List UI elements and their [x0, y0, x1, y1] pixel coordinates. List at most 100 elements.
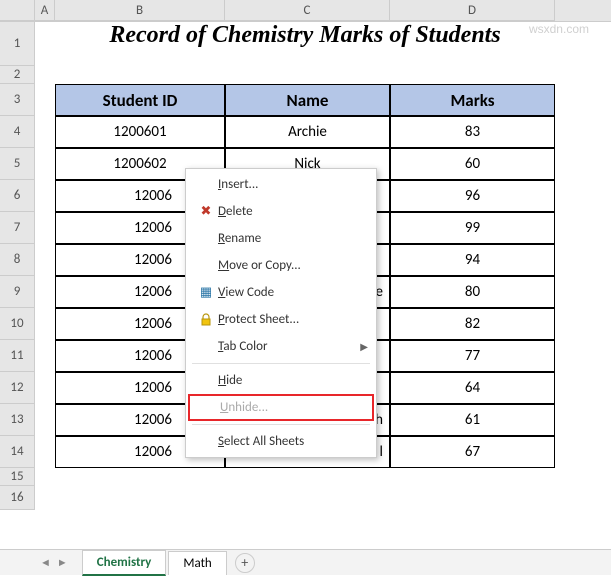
view-code-icon: ▦ — [194, 285, 218, 300]
menu-insert[interactable]: Insert... — [186, 171, 376, 198]
cell-marks[interactable]: 99 — [390, 212, 555, 244]
cell-C2[interactable] — [225, 66, 390, 84]
spreadsheet-grid: wsxdn.com A B C D 1 Record of Chemistry … — [0, 0, 611, 575]
header-marks[interactable]: Marks — [390, 84, 555, 116]
cell-marks[interactable]: 77 — [390, 340, 555, 372]
menu-unhide[interactable]: Unhide... — [188, 394, 374, 421]
cell-C15[interactable] — [225, 468, 390, 486]
tab-chemistry[interactable]: Chemistry — [82, 550, 167, 576]
menu-hide-label: Hide — [218, 373, 368, 388]
cell-A11[interactable] — [35, 340, 55, 372]
row-header-15[interactable]: 15 — [0, 468, 35, 486]
sheet-context-menu: Insert... ✖ Delete Rename Move or Copy..… — [185, 168, 377, 458]
column-header-B[interactable]: B — [55, 0, 225, 21]
cell-D2[interactable] — [390, 66, 555, 84]
cell-marks[interactable]: 64 — [390, 372, 555, 404]
cell-A13[interactable] — [35, 404, 55, 436]
cell-marks[interactable]: 67 — [390, 436, 555, 468]
cell-A7[interactable] — [35, 212, 55, 244]
menu-view-code[interactable]: ▦ View Code — [186, 279, 376, 306]
column-header-C[interactable]: C — [225, 0, 390, 21]
cell-A3[interactable] — [35, 84, 55, 116]
protect-sheet-icon — [194, 313, 218, 327]
column-header-D[interactable]: D — [390, 0, 555, 21]
cell-student-id[interactable]: 1200601 — [55, 116, 225, 148]
row-1: 1 Record of Chemistry Marks of Students — [0, 22, 611, 66]
new-sheet-button[interactable]: + — [235, 553, 255, 573]
select-all-corner[interactable] — [0, 0, 35, 21]
row-header-8[interactable]: 8 — [0, 244, 35, 276]
cell-B15[interactable] — [55, 468, 225, 486]
watermark: wsxdn.com — [529, 22, 589, 36]
menu-rename-label: Rename — [218, 231, 368, 246]
menu-move-or-copy-label: Move or Copy... — [218, 258, 368, 273]
menu-view-code-label: View Code — [218, 285, 368, 300]
tab-nav-next-icon[interactable]: ► — [57, 556, 68, 569]
cell-A9[interactable] — [35, 276, 55, 308]
menu-tab-color[interactable]: Tab Color ▶ — [186, 333, 376, 360]
column-headers-row: A B C D — [0, 0, 611, 22]
row-2: 2 — [0, 66, 611, 84]
cell-marks[interactable]: 96 — [390, 180, 555, 212]
cell-A10[interactable] — [35, 308, 55, 340]
header-name[interactable]: Name — [225, 84, 390, 116]
menu-rename[interactable]: Rename — [186, 225, 376, 252]
row-header-12[interactable]: 12 — [0, 372, 35, 404]
cell-marks[interactable]: 61 — [390, 404, 555, 436]
row-header-4[interactable]: 4 — [0, 116, 35, 148]
tab-nav-prev-icon[interactable]: ◄ — [40, 556, 51, 569]
menu-protect-sheet-label: Protect Sheet... — [218, 312, 368, 327]
cell-D15[interactable] — [390, 468, 555, 486]
menu-delete-label: Delete — [218, 204, 368, 219]
cell-A1[interactable] — [35, 22, 55, 66]
cell-A6[interactable] — [35, 180, 55, 212]
menu-separator — [192, 363, 370, 364]
menu-select-all-sheets[interactable]: Select All Sheets — [186, 428, 376, 455]
cell-A14[interactable] — [35, 436, 55, 468]
tab-math[interactable]: Math — [168, 551, 226, 575]
row-3: 3 Student ID Name Marks — [0, 84, 611, 116]
page-title[interactable]: Record of Chemistry Marks of Students — [55, 22, 555, 66]
header-student-id[interactable]: Student ID — [55, 84, 225, 116]
cell-B2[interactable] — [55, 66, 225, 84]
cell-marks[interactable]: 80 — [390, 276, 555, 308]
row-4: 4 1200601 Archie 83 — [0, 116, 611, 148]
row-header-11[interactable]: 11 — [0, 340, 35, 372]
menu-delete[interactable]: ✖ Delete — [186, 198, 376, 225]
cell-name[interactable]: Archie — [225, 116, 390, 148]
menu-protect-sheet[interactable]: Protect Sheet... — [186, 306, 376, 333]
row-header-2[interactable]: 2 — [0, 66, 35, 84]
chevron-right-icon: ▶ — [360, 340, 368, 353]
cell-A8[interactable] — [35, 244, 55, 276]
cell-A15[interactable] — [35, 468, 55, 486]
row-header-3[interactable]: 3 — [0, 84, 35, 116]
row-15: 15 — [0, 468, 611, 486]
row-header-1[interactable]: 1 — [0, 22, 35, 66]
row-header-13[interactable]: 13 — [0, 404, 35, 436]
cell-marks[interactable]: 60 — [390, 148, 555, 180]
row-header-14[interactable]: 14 — [0, 436, 35, 468]
menu-separator — [192, 424, 370, 425]
cell-A12[interactable] — [35, 372, 55, 404]
cell-A4[interactable] — [35, 116, 55, 148]
row-header-9[interactable]: 9 — [0, 276, 35, 308]
row-16: 16 — [0, 486, 611, 510]
cell-marks[interactable]: 94 — [390, 244, 555, 276]
row-header-6[interactable]: 6 — [0, 180, 35, 212]
cell-A5[interactable] — [35, 148, 55, 180]
row-header-10[interactable]: 10 — [0, 308, 35, 340]
tab-nav: ◄ ► — [30, 556, 78, 569]
column-header-A[interactable]: A — [35, 0, 55, 21]
cell-marks[interactable]: 83 — [390, 116, 555, 148]
menu-hide[interactable]: Hide — [186, 367, 376, 394]
sheet-tabs-bar: ◄ ► Chemistry Math + — [0, 549, 611, 575]
row-header-16[interactable]: 16 — [0, 486, 35, 510]
menu-unhide-label: Unhide... — [220, 400, 366, 415]
menu-insert-label: Insert... — [218, 177, 368, 192]
cell-marks[interactable]: 82 — [390, 308, 555, 340]
menu-move-or-copy[interactable]: Move or Copy... — [186, 252, 376, 279]
row-header-5[interactable]: 5 — [0, 148, 35, 180]
menu-tab-color-label: Tab Color — [218, 339, 360, 354]
cell-A2[interactable] — [35, 66, 55, 84]
row-header-7[interactable]: 7 — [0, 212, 35, 244]
